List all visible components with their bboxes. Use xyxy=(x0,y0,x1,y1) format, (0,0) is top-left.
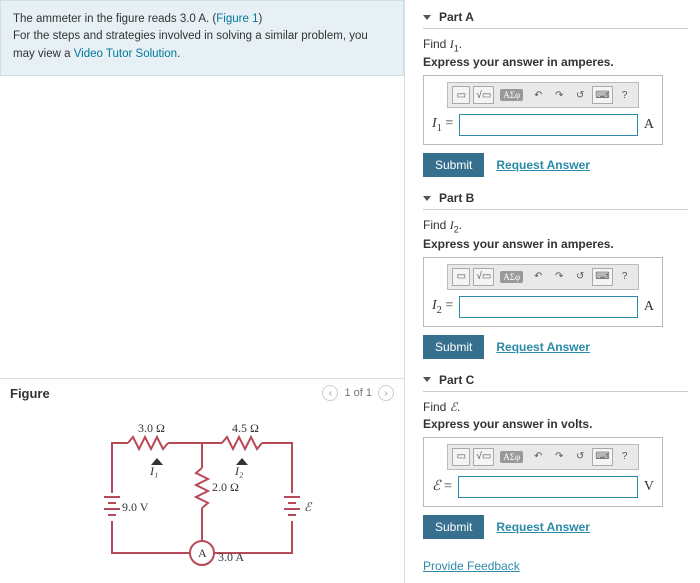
symbols-button[interactable]: ΑΣφ xyxy=(497,448,526,466)
collapse-icon[interactable] xyxy=(423,377,431,382)
problem-statement: The ammeter in the figure reads 3.0 A. (… xyxy=(0,0,404,76)
formula-toolbar: ▭ √▭ ΑΣφ ↶ ↷ ↺ ⌨ ? xyxy=(447,82,638,108)
ammeter-symbol: A xyxy=(198,546,207,560)
redo-icon[interactable]: ↷ xyxy=(550,448,568,466)
part-b-request-answer-link[interactable]: Request Answer xyxy=(496,340,590,354)
intro-text-1: The ammeter in the figure reads 3.0 A. ( xyxy=(13,13,216,25)
sqrt-icon[interactable]: √▭ xyxy=(473,268,494,286)
figure-pager: ‹ 1 of 1 › xyxy=(322,385,394,401)
undo-icon[interactable]: ↶ xyxy=(529,448,547,466)
circuit-diagram: 3.0 Ω 4.5 Ω 2.0 Ω I₁ I₂ 9.0 V ℰ A 3.0 A xyxy=(72,413,332,573)
video-tutor-link[interactable]: Video Tutor Solution xyxy=(74,48,177,60)
part-c-submit-button[interactable]: Submit xyxy=(423,515,484,539)
label-r3: 2.0 Ω xyxy=(212,480,239,494)
provide-feedback-link[interactable]: Provide Feedback xyxy=(423,559,520,573)
part-a-find: Find I1. xyxy=(423,37,688,53)
keyboard-icon[interactable]: ⌨ xyxy=(592,86,612,104)
part-c-variable: ℰ = xyxy=(432,478,452,495)
figure-link[interactable]: Figure 1 xyxy=(216,13,258,25)
part-b-unit: A xyxy=(644,299,654,315)
part-c-unit: V xyxy=(644,479,654,495)
part-c-find: Find ℰ. xyxy=(423,400,688,415)
part-c-request-answer-link[interactable]: Request Answer xyxy=(496,520,590,534)
collapse-icon[interactable] xyxy=(423,15,431,20)
label-i1: I₁ xyxy=(149,464,158,478)
part-c: Part C Find ℰ. Express your answer in vo… xyxy=(423,373,688,539)
reset-icon[interactable]: ↺ xyxy=(571,86,589,104)
label-voltage: 9.0 V xyxy=(122,500,149,514)
part-b: Part B Find I2. Express your answer in a… xyxy=(423,191,688,358)
reset-icon[interactable]: ↺ xyxy=(571,268,589,286)
formula-toolbar: ▭ √▭ ΑΣφ ↶ ↷ ↺ ⌨ ? xyxy=(447,264,638,290)
help-icon[interactable]: ? xyxy=(616,268,634,286)
part-a-unit: A xyxy=(644,117,654,133)
ammeter-reading: 3.0 A xyxy=(218,550,244,564)
part-b-title: Part B xyxy=(439,191,474,205)
help-icon[interactable]: ? xyxy=(616,86,634,104)
template-icon[interactable]: ▭ xyxy=(452,268,470,286)
figure-next-button[interactable]: › xyxy=(378,385,394,401)
part-a-instruction: Express your answer in amperes. xyxy=(423,55,688,69)
symbols-button[interactable]: ΑΣφ xyxy=(497,86,526,104)
figure-prev-button[interactable]: ‹ xyxy=(322,385,338,401)
template-icon[interactable]: ▭ xyxy=(452,448,470,466)
part-a-submit-button[interactable]: Submit xyxy=(423,153,484,177)
redo-icon[interactable]: ↷ xyxy=(550,268,568,286)
part-c-instruction: Express your answer in volts. xyxy=(423,417,688,431)
part-c-title: Part C xyxy=(439,373,474,387)
label-r1: 3.0 Ω xyxy=(138,421,165,435)
part-a-answer-box: ▭ √▭ ΑΣφ ↶ ↷ ↺ ⌨ ? I1 = A xyxy=(423,75,663,145)
sqrt-icon[interactable]: √▭ xyxy=(473,448,494,466)
template-icon[interactable]: ▭ xyxy=(452,86,470,104)
intro-text-2: For the steps and strategies involved in… xyxy=(13,30,368,59)
figure-title: Figure xyxy=(10,386,50,401)
part-a-request-answer-link[interactable]: Request Answer xyxy=(496,158,590,172)
intro-period: . xyxy=(177,48,180,60)
part-b-variable: I2 = xyxy=(432,298,453,316)
part-c-answer-box: ▭ √▭ ΑΣφ ↶ ↷ ↺ ⌨ ? ℰ = V xyxy=(423,437,663,507)
sqrt-icon[interactable]: √▭ xyxy=(473,86,494,104)
redo-icon[interactable]: ↷ xyxy=(550,86,568,104)
undo-icon[interactable]: ↶ xyxy=(529,268,547,286)
label-i2: I₂ xyxy=(234,464,243,478)
part-a-variable: I1 = xyxy=(432,116,453,134)
formula-toolbar: ▭ √▭ ΑΣφ ↶ ↷ ↺ ⌨ ? xyxy=(447,444,638,470)
part-b-input[interactable] xyxy=(459,296,638,318)
part-a-title: Part A xyxy=(439,10,474,24)
figure-page-count: 1 of 1 xyxy=(344,387,372,399)
part-a: Part A Find I1. Express your answer in a… xyxy=(423,10,688,177)
reset-icon[interactable]: ↺ xyxy=(571,448,589,466)
keyboard-icon[interactable]: ⌨ xyxy=(592,268,612,286)
symbols-button[interactable]: ΑΣφ xyxy=(497,268,526,286)
intro-text-1b: ) xyxy=(258,13,262,25)
help-icon[interactable]: ? xyxy=(616,448,634,466)
label-r2: 4.5 Ω xyxy=(232,421,259,435)
collapse-icon[interactable] xyxy=(423,196,431,201)
part-c-input[interactable] xyxy=(458,476,638,498)
part-b-find: Find I2. xyxy=(423,218,688,234)
part-a-input[interactable] xyxy=(459,114,638,136)
part-b-instruction: Express your answer in amperes. xyxy=(423,237,688,251)
part-b-submit-button[interactable]: Submit xyxy=(423,335,484,359)
undo-icon[interactable]: ↶ xyxy=(529,86,547,104)
keyboard-icon[interactable]: ⌨ xyxy=(592,448,612,466)
label-emf: ℰ xyxy=(304,500,313,514)
part-b-answer-box: ▭ √▭ ΑΣφ ↶ ↷ ↺ ⌨ ? I2 = A xyxy=(423,257,663,327)
